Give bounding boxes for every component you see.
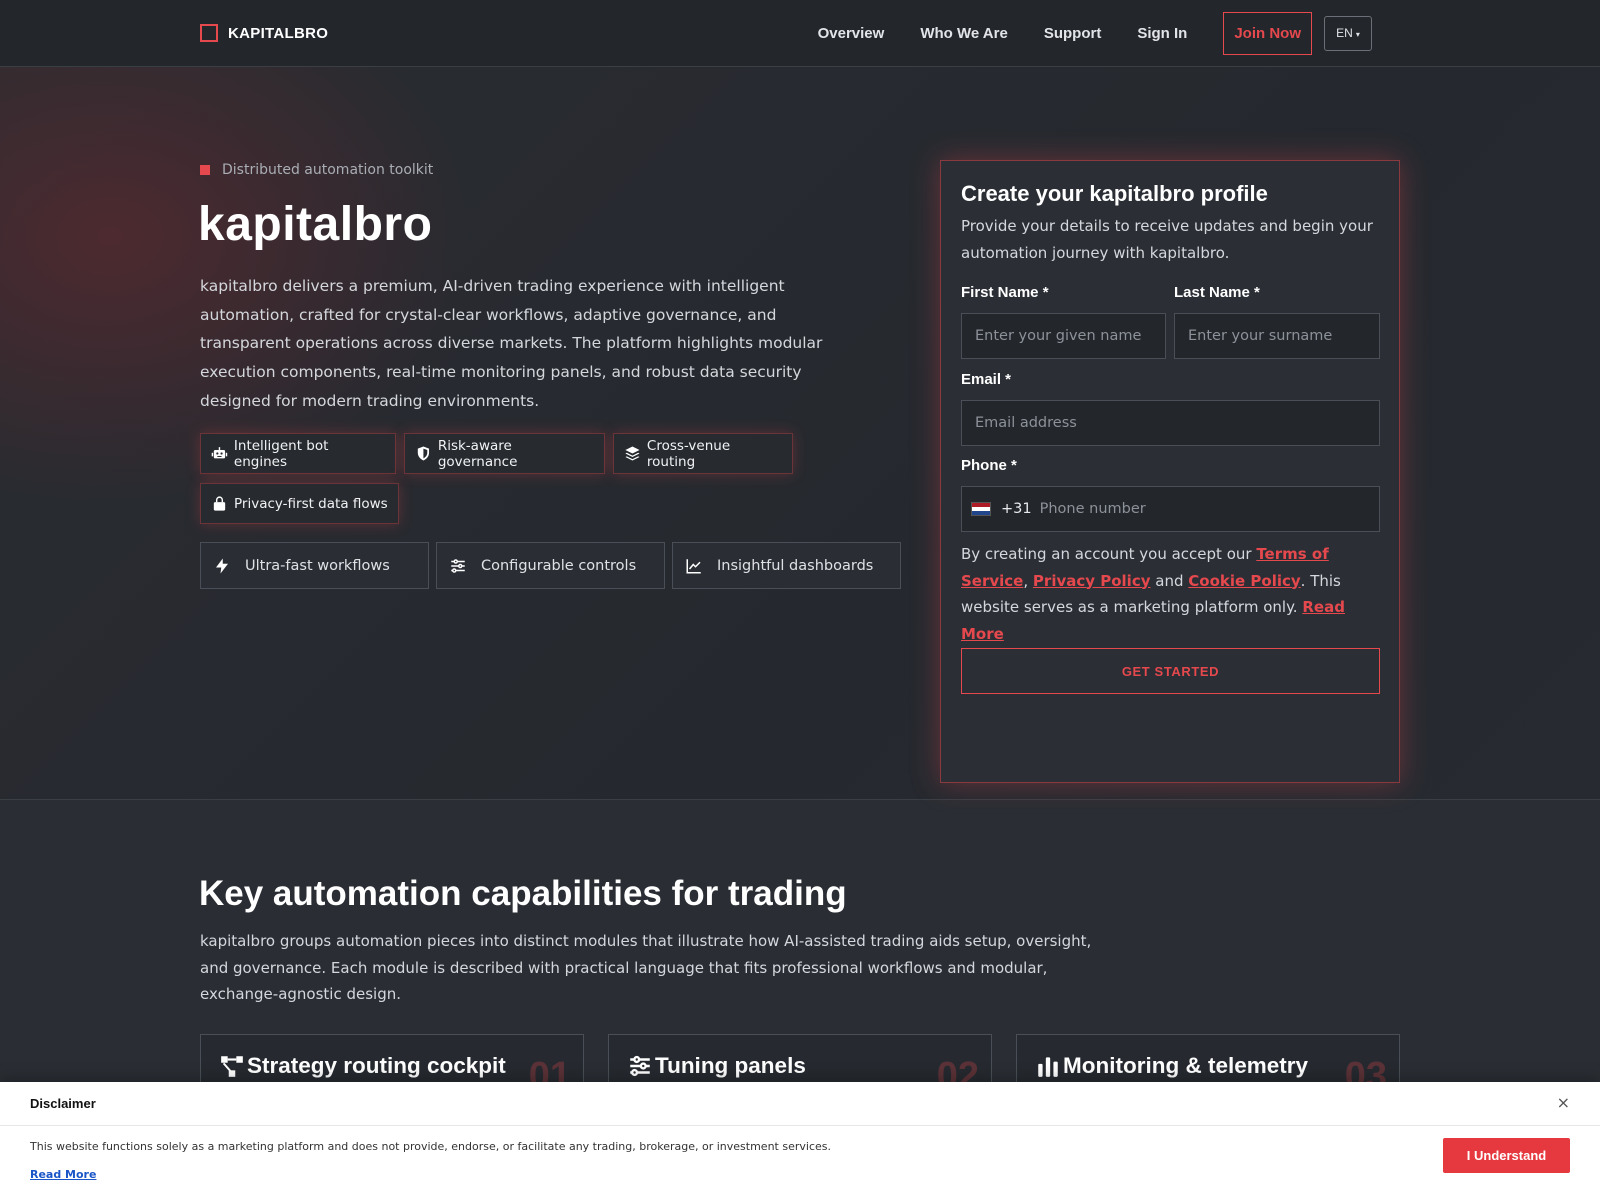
disclaimer-text: This website functions solely as a marke… <box>30 1140 831 1153</box>
eyebrow-text: Distributed automation toolkit <box>222 162 434 178</box>
signup-card: Create your kapitalbro profile Provide y… <box>940 160 1400 783</box>
phone-label: Phone * <box>961 457 1017 474</box>
privacy-policy-link[interactable]: Privacy Policy <box>1033 572 1151 590</box>
feature-configurable-controls: Configurable controls <box>436 542 665 589</box>
line-chart-icon <box>686 558 701 573</box>
capabilities-description: kapitalbro groups automation pieces into… <box>200 932 1092 1003</box>
terms-separator: , <box>1023 571 1029 590</box>
feature-ultra-fast-workflows: Ultra-fast workflows <box>200 542 429 589</box>
signup-title: Create your kapitalbro profile <box>961 181 1268 206</box>
chip-intelligent-bot-engines: Intelligent bot engines <box>200 433 396 474</box>
terms-text: By creating an account you accept our Te… <box>961 541 1381 647</box>
hero-section: Distributed automation toolkit kapitalbr… <box>0 67 1600 800</box>
bolt-icon <box>216 558 228 573</box>
first-name-input[interactable] <box>961 313 1166 359</box>
disclaimer-title: Disclaimer <box>30 1096 96 1111</box>
module-title: Strategy routing cockpit <box>247 1053 506 1078</box>
module-header: Monitoring & telemetry <box>1035 1053 1308 1079</box>
netherlands-flag-icon[interactable] <box>971 502 991 516</box>
layers-icon <box>625 446 640 461</box>
feature-insightful-dashboards: Insightful dashboards <box>672 542 901 589</box>
module-header: Strategy routing cockpit <box>219 1053 506 1079</box>
robot-icon <box>211 447 228 459</box>
join-now-button[interactable]: Join Now <box>1223 12 1312 55</box>
module-header: Tuning panels <box>627 1053 806 1079</box>
first-name-label: First Name * <box>961 284 1049 301</box>
dial-code: +31 <box>1001 501 1032 517</box>
module-title: Monitoring & telemetry <box>1063 1053 1309 1078</box>
last-name-label: Last Name * <box>1174 284 1260 301</box>
cookie-policy-link[interactable]: Cookie Policy <box>1188 572 1300 590</box>
get-started-button[interactable]: GET STARTED <box>961 648 1380 694</box>
language-selector[interactable]: EN ▾ <box>1324 16 1372 51</box>
caret-down-icon: ▾ <box>1355 30 1360 39</box>
email-label: Email * <box>961 371 1012 388</box>
eyebrow-square-icon <box>200 165 210 175</box>
hero-title: kapitalbro <box>198 198 433 251</box>
terms-prefix: By creating an account you accept our <box>961 545 1257 563</box>
nav-link-sign-in[interactable]: Sign In <box>1137 12 1187 55</box>
last-name-input[interactable] <box>1174 313 1380 359</box>
capabilities-title: Key automation capabilities for trading <box>199 874 847 913</box>
disclaimer-read-more-link[interactable]: Read More <box>30 1168 96 1181</box>
terms-and: and <box>1150 571 1189 590</box>
i-understand-button[interactable]: I Understand <box>1443 1138 1570 1173</box>
chip-cross-venue-routing: Cross-venue routing <box>613 433 793 474</box>
feature-label: Configurable controls <box>481 557 637 574</box>
sliders-icon <box>451 558 465 573</box>
close-icon[interactable]: × <box>1557 1093 1570 1112</box>
bar-chart-icon <box>1038 1057 1058 1077</box>
brand-logo[interactable]: KAPITALBRO <box>200 24 328 42</box>
chip-label: Privacy-first data flows <box>234 495 388 512</box>
logo-square-icon <box>200 24 218 42</box>
signup-subtitle: Provide your details to receive updates … <box>961 217 1373 262</box>
language-label: EN <box>1336 26 1353 40</box>
nav-link-support[interactable]: Support <box>1044 12 1102 55</box>
brand-name: KAPITALBRO <box>228 24 329 42</box>
feature-label: Ultra-fast workflows <box>245 557 390 574</box>
chip-label: Cross-venue routing <box>646 437 731 470</box>
feature-label: Insightful dashboards <box>717 557 874 574</box>
disclaimer-banner: Disclaimer × This website functions sole… <box>0 1082 1600 1200</box>
phone-input[interactable] <box>1039 487 1379 531</box>
module-title: Tuning panels <box>655 1053 806 1078</box>
nav-link-overview[interactable]: Overview <box>818 12 885 55</box>
chip-privacy-first-data-flows: Privacy-first data flows <box>200 483 399 524</box>
email-input[interactable] <box>961 400 1380 446</box>
disclaimer-header: Disclaimer × <box>0 1082 1600 1126</box>
lock-icon <box>213 496 226 511</box>
sliders-icon <box>630 1055 650 1077</box>
chip-risk-aware-governance: Risk-aware governance <box>404 433 605 474</box>
nav-links: Overview Who We Are Support Sign In Join… <box>818 12 1372 55</box>
chip-label: Intelligent bot engines <box>233 437 329 470</box>
chip-label: Risk-aware governance <box>437 437 518 470</box>
nav-link-who-we-are[interactable]: Who We Are <box>920 12 1008 55</box>
phone-field: +31 <box>961 486 1380 532</box>
top-navigation: KAPITALBRO Overview Who We Are Support S… <box>0 0 1600 67</box>
hero-eyebrow: Distributed automation toolkit <box>200 162 433 178</box>
routing-icon <box>221 1056 243 1077</box>
hero-description: kapitalbro delivers a premium, AI-driven… <box>200 277 823 410</box>
shield-icon <box>417 446 430 461</box>
